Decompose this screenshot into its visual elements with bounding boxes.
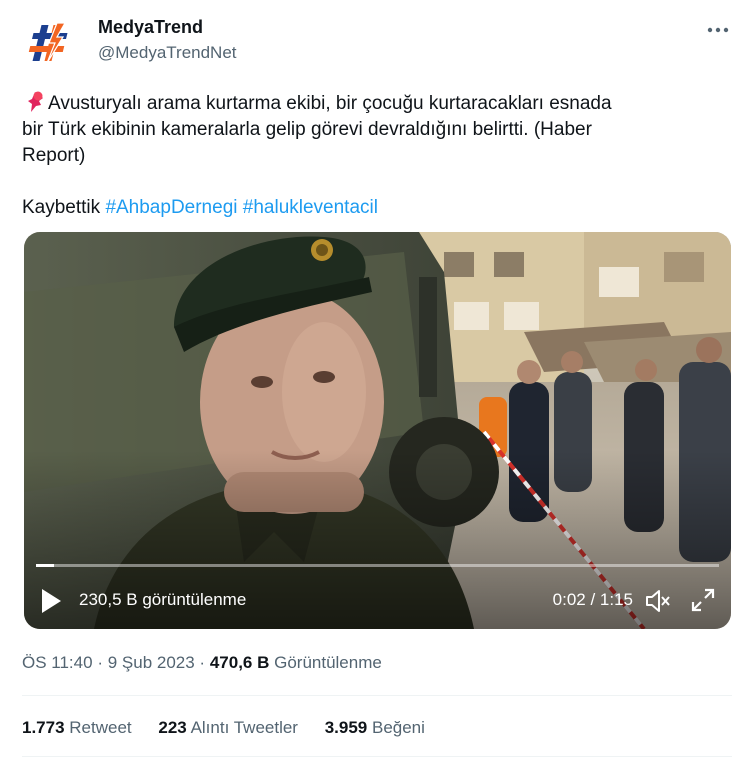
retweets-label: Retweet (69, 718, 132, 737)
fullscreen-icon[interactable] (691, 588, 715, 612)
tweet-meta: ÖS 11:40 · 9 Şub 2023 · 470,6 B Görüntül… (22, 651, 382, 675)
quotes-stat[interactable]: 223 Alıntı Tweetler (158, 716, 298, 740)
video-progress-bar[interactable] (36, 564, 719, 567)
video-frame (24, 232, 731, 629)
video-controls: 230,5 B görüntülenme 0:02 / 1:15 (24, 582, 731, 622)
author-names: MedyaTrend @MedyaTrendNet (98, 16, 237, 64)
hashtag-halukleventacil[interactable]: #halukleventacil (243, 197, 378, 218)
handle[interactable]: @MedyaTrendNet (98, 42, 237, 64)
meta-separator-2: · (199, 653, 206, 672)
tweet-line-3: Report) (22, 145, 86, 166)
tweet-word: Kaybettik (22, 197, 101, 218)
video-views-label: 230,5 B görüntülenme (79, 590, 247, 609)
volume-icon[interactable] (645, 588, 671, 614)
divider-bottom (22, 756, 732, 757)
likes-stat[interactable]: 3.959 Beğeni (325, 716, 425, 740)
tweet-time[interactable]: ÖS 11:40 (22, 653, 93, 672)
more-button[interactable] (704, 18, 732, 42)
hashtag-ahbapdernegi[interactable]: #AhbapDernegi (105, 197, 237, 218)
display-name[interactable]: MedyaTrend (98, 16, 237, 38)
tweet-views-count: 470,6 B (209, 653, 270, 672)
video-player[interactable]: 230,5 B görüntülenme 0:02 / 1:15 (24, 232, 731, 629)
more-dots-icon (707, 27, 729, 33)
tweet-stats: 1.773 Retweet 223 Alıntı Tweetler 3.959 … (22, 716, 447, 740)
tweet-header: MedyaTrend @MedyaTrendNet (22, 12, 734, 70)
retweets-stat[interactable]: 1.773 Retweet (22, 716, 132, 740)
tweet-views-label: Görüntülenme (274, 653, 382, 672)
medyatrend-logo-icon (28, 22, 68, 64)
pushpin-icon (28, 91, 43, 112)
video-progress-fill (36, 564, 55, 567)
meta-separator: · (97, 653, 103, 672)
tweet-text: Avusturyalı arama kurtarma ekibi, bir ço… (22, 90, 722, 221)
avatar[interactable] (22, 14, 78, 70)
tweet-line-1: Avusturyalı arama kurtarma ekibi, bir ço… (48, 93, 612, 114)
tweet-paragraph: Avusturyalı arama kurtarma ekibi, bir ço… (22, 90, 722, 169)
quotes-count: 223 (158, 718, 187, 737)
tweet-line-2: bir Türk ekibinin kameralarla gelip göre… (22, 119, 592, 140)
video-time-label: 0:02 / 1:15 (552, 590, 633, 609)
likes-count: 3.959 (324, 718, 368, 737)
likes-label: Beğeni (371, 718, 425, 737)
play-icon[interactable] (40, 588, 62, 614)
tweet-date[interactable]: 9 Şub 2023 (108, 653, 195, 672)
tweet-paragraph-2: Kaybettik #AhbapDernegi #halukleventacil (22, 195, 722, 221)
divider (22, 695, 732, 696)
quotes-label: Alıntı Tweetler (190, 718, 298, 737)
retweets-count: 1.773 (22, 718, 65, 737)
